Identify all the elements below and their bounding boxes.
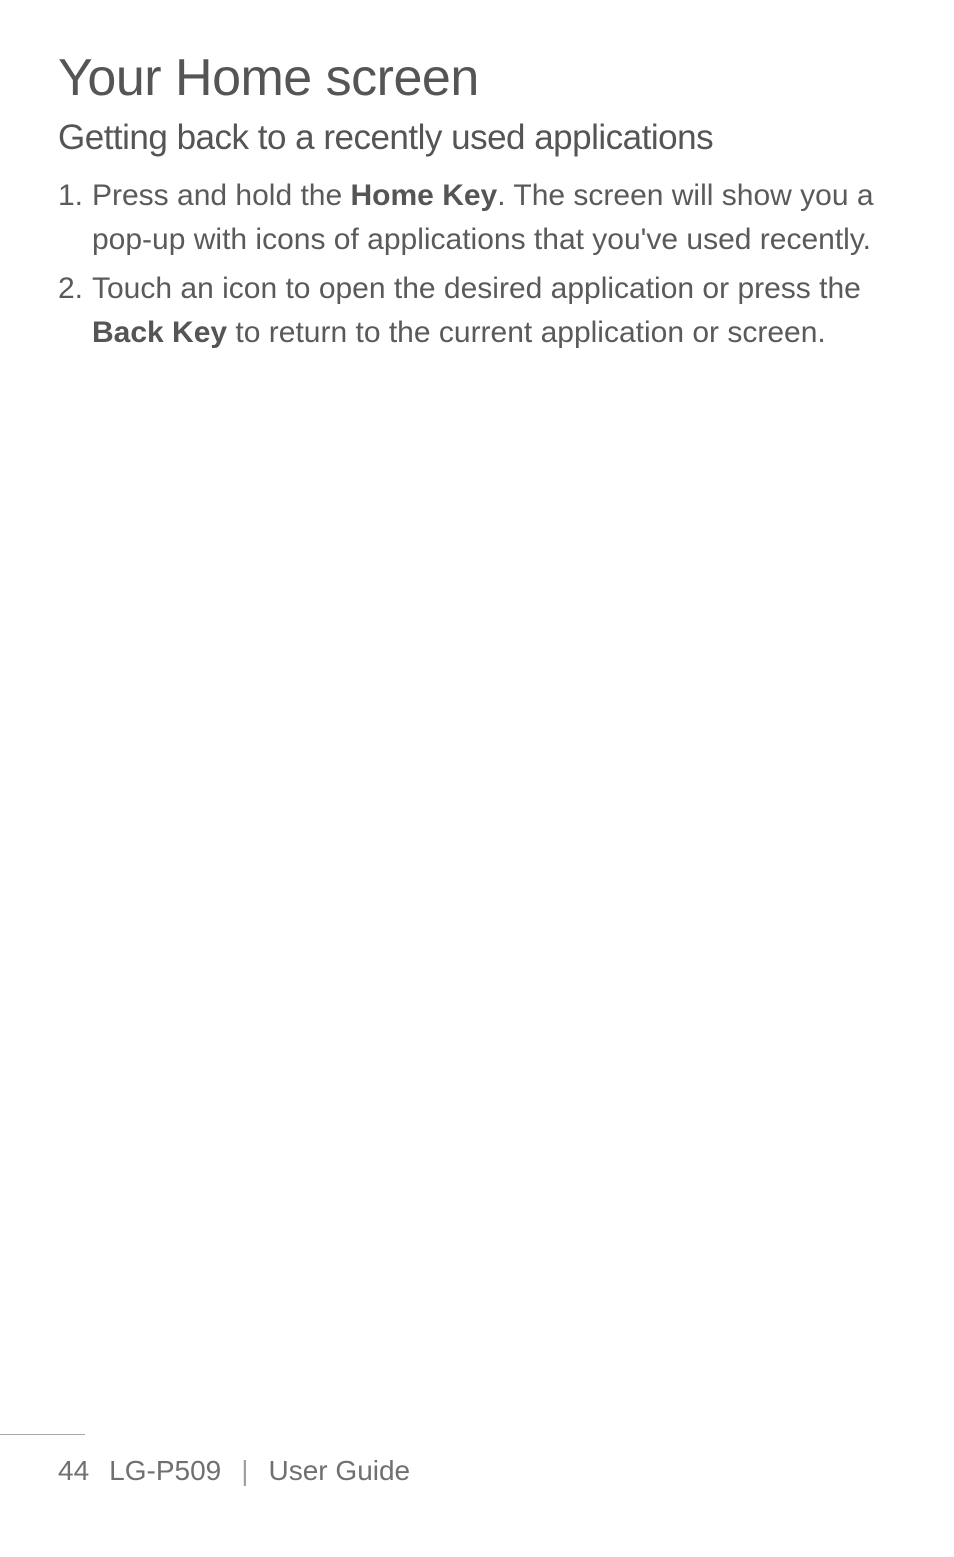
step-body: Touch an icon to open the desired applic… [92,267,896,354]
steps-list: 1. Press and hold the Home Key. The scre… [58,174,896,354]
footer-model: LG-P509 [109,1455,221,1487]
page-footer: 44 LG-P509 | User Guide [0,1434,954,1487]
list-item: 2. Touch an icon to open the desired app… [58,267,896,354]
step-text-pre: Touch an icon to open the desired applic… [92,272,861,305]
step-text-pre: Press and hold the [92,179,351,212]
page-number: 44 [58,1455,89,1487]
back-key-label: Back Key [92,316,227,349]
footer-rule [0,1434,85,1435]
step-marker: 1. [58,174,92,261]
step-marker: 2. [58,267,92,354]
footer-separator: | [241,1455,248,1487]
home-key-label: Home Key [351,179,498,212]
subsection-heading: Getting back to a recently used applicat… [58,118,896,158]
page-content: Your Home screen Getting back to a recen… [0,0,954,354]
page-title: Your Home screen [58,48,896,108]
footer-doc-label: User Guide [269,1455,411,1487]
step-body: Press and hold the Home Key. The screen … [92,174,896,261]
footer-line: 44 LG-P509 | User Guide [58,1455,896,1487]
list-item: 1. Press and hold the Home Key. The scre… [58,174,896,261]
step-text-post: to return to the current application or … [227,316,826,349]
